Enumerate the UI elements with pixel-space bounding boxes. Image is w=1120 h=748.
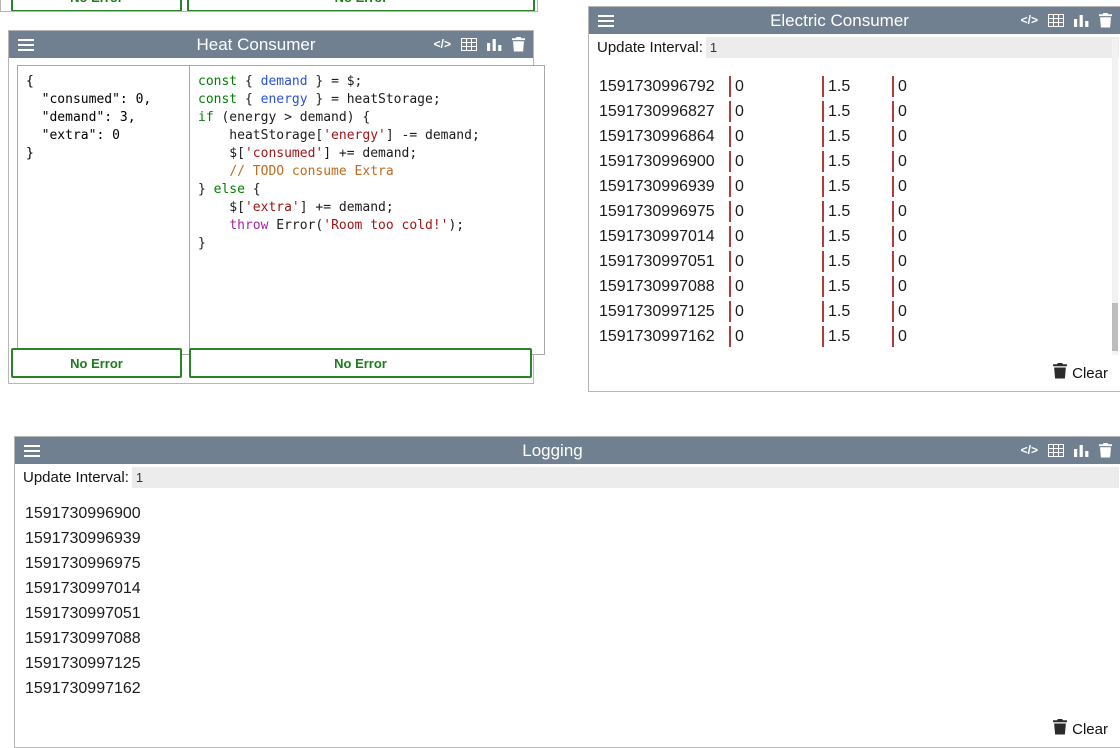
table-row: 159173099705101.50: [589, 250, 1104, 275]
list-item: 1591730997125: [25, 651, 141, 676]
table-icon[interactable]: [1048, 14, 1064, 27]
menu-icon[interactable]: [598, 15, 614, 27]
panel-title: Logging: [95, 437, 1010, 464]
code-icon[interactable]: </>: [1021, 437, 1038, 464]
list-item: 1591730997051: [25, 601, 141, 626]
chart-icon[interactable]: [1074, 444, 1089, 457]
clear-label: Clear: [1072, 721, 1108, 738]
logging-rows: 1591730996900159173099693915917309969751…: [25, 501, 141, 701]
clear-button[interactable]: Clear: [1053, 363, 1108, 383]
heat-code-box[interactable]: const { demand } = $;const { energy } = …: [189, 65, 545, 355]
list-item: 1591730996939: [25, 526, 141, 551]
code-icon[interactable]: </>: [434, 31, 451, 58]
list-item: 1591730996975: [25, 551, 141, 576]
status-button[interactable]: No Error: [187, 0, 535, 12]
panel-cutoff: No Error No Error: [0, 0, 538, 12]
table-row: 159173099693901.50: [589, 175, 1104, 200]
electric-consumer-panel: Electric Consumer </> Update Interval: 1…: [588, 6, 1120, 392]
table-icon[interactable]: [1048, 444, 1064, 457]
trash-icon[interactable]: [1099, 13, 1112, 28]
panel-title: Electric Consumer: [669, 7, 1010, 34]
menu-icon[interactable]: [18, 39, 34, 51]
status-button[interactable]: No Error: [189, 348, 532, 378]
trash-icon[interactable]: [1099, 443, 1112, 458]
list-item: 1591730997014: [25, 576, 141, 601]
status-button[interactable]: No Error: [11, 0, 182, 12]
update-interval-input[interactable]: 1: [706, 37, 1119, 58]
update-interval-label: Update Interval:: [590, 39, 706, 56]
scrollbar-thumb[interactable]: [1112, 303, 1118, 351]
table-row: 159173099708801.50: [589, 275, 1104, 300]
update-interval-input[interactable]: 1: [132, 467, 1119, 488]
heat-json-box[interactable]: { "consumed": 0, "demand": 3, "extra": 0…: [17, 65, 198, 355]
update-interval-row: Update Interval: 1: [16, 466, 1119, 488]
table-icon[interactable]: [461, 38, 477, 51]
chart-icon[interactable]: [487, 38, 502, 51]
table-row: 159173099686401.50: [589, 125, 1104, 150]
status-button[interactable]: No Error: [11, 348, 182, 378]
scrollbar[interactable]: [1112, 39, 1118, 355]
table-row: 159173099682701.50: [589, 100, 1104, 125]
logging-panel: Logging </> Update Interval: 1 159173099…: [14, 436, 1120, 748]
electric-rows: 159173099679201.50159173099682701.501591…: [589, 75, 1104, 350]
heat-consumer-panel: Heat Consumer </> { "consumed": 0, "dema…: [8, 30, 534, 384]
table-row: 159173099697501.50: [589, 200, 1104, 225]
clear-button[interactable]: Clear: [1053, 719, 1108, 739]
trash-icon[interactable]: [512, 37, 525, 52]
list-item: 1591730997162: [25, 676, 141, 701]
table-row: 159173099690001.50: [589, 150, 1104, 175]
list-item: 1591730996900: [25, 501, 141, 526]
table-row: 159173099679201.50: [589, 75, 1104, 100]
code-icon[interactable]: </>: [1021, 7, 1038, 34]
panel-header: Logging </>: [15, 437, 1120, 464]
trash-icon: [1053, 363, 1067, 383]
table-row: 159173099712501.50: [589, 300, 1104, 325]
table-row: 159173099701401.50: [589, 225, 1104, 250]
clear-label: Clear: [1072, 365, 1108, 382]
update-interval-label: Update Interval:: [16, 469, 132, 486]
update-interval-row: Update Interval: 1: [590, 36, 1119, 58]
menu-icon[interactable]: [24, 445, 40, 457]
panel-title: Heat Consumer: [89, 31, 423, 58]
panel-header: Electric Consumer </>: [589, 7, 1120, 34]
table-row: 159173099716201.50: [589, 325, 1104, 350]
panel-header: Heat Consumer </>: [9, 31, 533, 58]
list-item: 1591730997088: [25, 626, 141, 651]
chart-icon[interactable]: [1074, 14, 1089, 27]
trash-icon: [1053, 719, 1067, 739]
